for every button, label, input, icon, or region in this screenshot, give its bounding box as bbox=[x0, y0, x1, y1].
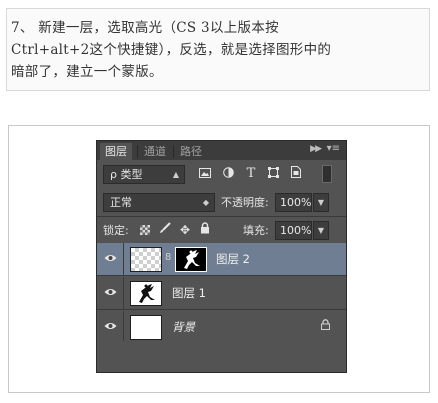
lock-all-icon[interactable] bbox=[197, 221, 213, 240]
lock-label: 锁定: bbox=[103, 224, 129, 237]
layer-name[interactable]: 背景 bbox=[172, 319, 195, 335]
layer-mask-thumbnail[interactable] bbox=[175, 247, 207, 272]
instruction-text: 7、 新建一层，选取高光（CS 3以上版本按 Ctrl+alt+2这个快捷键），… bbox=[6, 8, 430, 91]
shape-filter-icon[interactable] bbox=[265, 165, 281, 183]
eye-icon bbox=[104, 289, 117, 295]
filter-toggle-switch[interactable] bbox=[322, 165, 332, 183]
tab-paths[interactable]: 路径 bbox=[175, 143, 207, 160]
tab-divider bbox=[173, 145, 174, 158]
instruction-line-3: 暗部了，建立一个蒙版。 bbox=[11, 64, 163, 80]
mask-figure-icon bbox=[184, 250, 200, 269]
divider bbox=[97, 216, 346, 217]
tab-channels[interactable]: 通道 bbox=[139, 143, 171, 160]
panel-footer bbox=[97, 341, 346, 372]
chevron-down-icon: ▼ bbox=[317, 198, 324, 207]
fill-label: 填充: bbox=[243, 224, 269, 237]
layer-name[interactable]: 图层 2 bbox=[216, 251, 250, 267]
layer-filter-select[interactable]: ρ 类型 ▲ bbox=[103, 165, 185, 184]
opacity-dropdown-button[interactable]: ▼ bbox=[313, 193, 329, 212]
chevron-down-icon: ▼ bbox=[317, 226, 324, 235]
lock-icon bbox=[321, 319, 330, 333]
type-filter-icon[interactable]: T bbox=[243, 165, 259, 183]
blend-mode-select[interactable]: 正常 ◆ bbox=[103, 193, 215, 212]
visibility-toggle[interactable] bbox=[97, 277, 124, 309]
layer-name[interactable]: 图层 1 bbox=[172, 285, 206, 301]
layer-row-background[interactable]: 背景 bbox=[97, 311, 346, 344]
opacity-label: 不透明度: bbox=[221, 196, 269, 209]
eye-icon bbox=[104, 255, 117, 261]
visibility-toggle[interactable] bbox=[97, 243, 124, 275]
instruction-line-1: 7、 新建一层，选取高光（CS 3以上版本按 bbox=[11, 20, 279, 36]
lock-transparent-pixels-icon[interactable] bbox=[137, 221, 153, 240]
filter-kind-label: ρ 类型 bbox=[110, 168, 143, 181]
visibility-toggle[interactable] bbox=[97, 311, 124, 343]
tab-divider bbox=[137, 145, 138, 158]
tab-layers[interactable]: 图层 bbox=[100, 143, 132, 160]
instruction-line-2: Ctrl+alt+2这个快捷键），反选，就是选择图形中的 bbox=[11, 42, 332, 58]
eye-icon bbox=[104, 323, 117, 329]
chevron-updown-icon: ▲ bbox=[172, 170, 179, 179]
layer-thumbnail[interactable] bbox=[130, 247, 162, 272]
collapse-panel-icon[interactable]: ▶▶ bbox=[310, 144, 322, 154]
layer-row-layer-2[interactable]: 8 图层 2 bbox=[97, 243, 346, 276]
fill-input[interactable]: 100% bbox=[275, 221, 312, 240]
chevron-updown-icon: ◆ bbox=[202, 198, 209, 207]
adjustment-filter-icon[interactable] bbox=[220, 165, 236, 183]
panel-tab-bar: 图层 通道 路径 ▶▶ ▾≡ bbox=[97, 141, 346, 160]
smart-object-filter-icon[interactable] bbox=[288, 165, 304, 183]
layer-row-layer-1[interactable]: 图层 1 bbox=[97, 277, 346, 310]
lock-position-icon[interactable]: ✥ bbox=[177, 221, 193, 240]
layer-thumbnail[interactable] bbox=[130, 281, 162, 306]
image-filter-icon[interactable] bbox=[197, 165, 213, 183]
blend-mode-value: 正常 bbox=[110, 196, 132, 209]
opacity-input[interactable]: 100% bbox=[275, 193, 312, 212]
lock-image-pixels-icon[interactable] bbox=[157, 221, 173, 240]
layers-panel: 图层 通道 路径 ▶▶ ▾≡ ρ 类型 ▲ T 正常 ◆ 不透明度: 100% … bbox=[96, 140, 347, 373]
fill-dropdown-button[interactable]: ▼ bbox=[313, 221, 329, 240]
layer-thumbnail[interactable] bbox=[130, 315, 162, 340]
figure-photo-icon bbox=[139, 284, 155, 303]
panel-menu-icon[interactable]: ▾≡ bbox=[327, 143, 340, 154]
chain-link-icon[interactable]: 8 bbox=[165, 252, 171, 263]
